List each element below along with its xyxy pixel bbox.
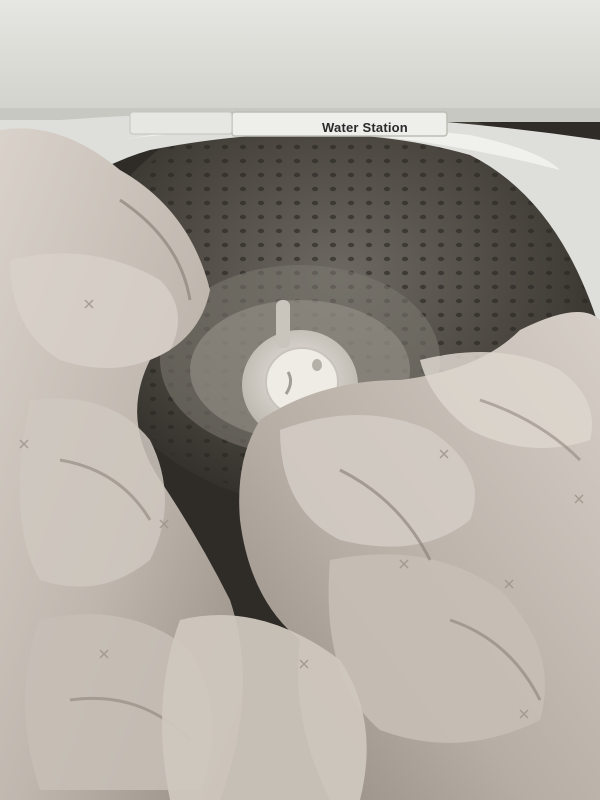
agitator-fin bbox=[276, 300, 290, 348]
washing-machine-photo: Water Station bbox=[0, 0, 600, 800]
water-station-label: Water Station bbox=[322, 119, 408, 135]
